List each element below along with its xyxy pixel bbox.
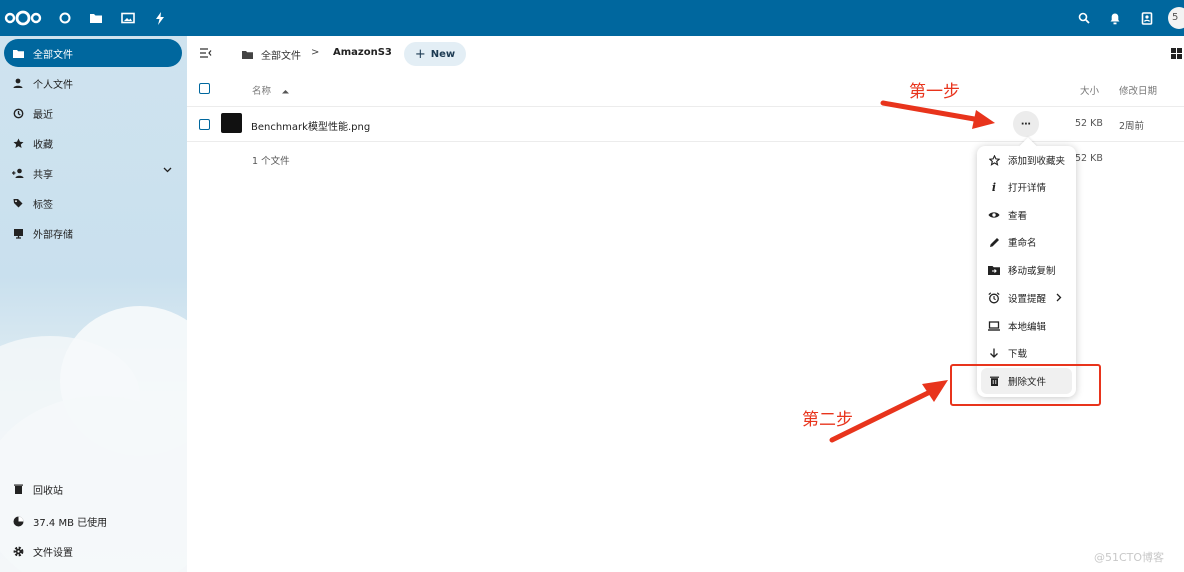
sidebar-item-label: 全部文件 bbox=[33, 49, 73, 61]
folder-move-icon bbox=[987, 264, 1001, 276]
menu-item-label: 下载 bbox=[1008, 349, 1028, 360]
chevron-right-icon bbox=[1056, 293, 1062, 302]
sidebar-item-all-files[interactable]: 全部文件 bbox=[4, 39, 182, 67]
laptop-icon bbox=[987, 320, 1001, 332]
select-all-checkbox[interactable] bbox=[199, 83, 210, 94]
grid-view-icon[interactable] bbox=[1171, 48, 1182, 59]
search-icon[interactable] bbox=[1075, 9, 1093, 27]
menu-item-add-favorite[interactable]: 添加到收藏夹 bbox=[981, 147, 1072, 173]
eye-icon bbox=[987, 209, 1001, 221]
star-icon bbox=[12, 137, 24, 149]
sidebar: 全部文件 个人文件 最近 收藏 共享 标签 外部存储 回收站 37.4 MB 已… bbox=[0, 36, 187, 572]
menu-item-edit-locally[interactable]: 本地编辑 bbox=[981, 313, 1072, 339]
menu-item-rename[interactable]: 重命名 bbox=[981, 229, 1072, 255]
size-summary: 52 KB bbox=[1075, 153, 1103, 164]
sidebar-item-trash[interactable]: 回收站 bbox=[4, 475, 182, 503]
file-modified: 2周前 bbox=[1119, 121, 1145, 132]
info-icon: i bbox=[991, 180, 997, 194]
sidebar-item-recent[interactable]: 最近 bbox=[4, 99, 182, 127]
history-icon bbox=[12, 107, 24, 119]
sidebar-item-label: 标签 bbox=[33, 199, 53, 211]
header-divider bbox=[187, 106, 1184, 107]
menu-item-label: 设置提醒 bbox=[1008, 294, 1047, 305]
breadcrumb-root-label: 全部文件 bbox=[261, 51, 301, 62]
user-avatar[interactable]: 5 bbox=[1168, 7, 1184, 29]
sidebar-item-label: 最近 bbox=[33, 109, 53, 121]
sidebar-item-tags[interactable]: 标签 bbox=[4, 189, 182, 217]
sidebar-item-label: 回收站 bbox=[33, 485, 63, 497]
row-divider bbox=[187, 141, 1184, 142]
sidebar-item-personal-files[interactable]: 个人文件 bbox=[4, 69, 182, 97]
sidebar-item-shared[interactable]: 共享 bbox=[4, 159, 182, 187]
share-icon bbox=[12, 167, 24, 179]
column-name-header[interactable]: 名称 bbox=[252, 83, 290, 97]
gear-icon bbox=[12, 545, 24, 557]
quota-label: 37.4 MB 已使用 bbox=[33, 517, 108, 529]
menu-item-label: 本地编辑 bbox=[1008, 322, 1047, 333]
sidebar-item-label: 外部存储 bbox=[33, 229, 73, 241]
file-thumbnail bbox=[221, 113, 242, 133]
new-button[interactable]: + New bbox=[404, 42, 466, 66]
sidebar-item-label: 个人文件 bbox=[33, 79, 73, 91]
alarm-icon bbox=[987, 292, 1001, 304]
menu-item-move-copy[interactable]: 移动或复制 bbox=[981, 257, 1072, 283]
file-actions-button[interactable]: ⋯ bbox=[1013, 111, 1039, 137]
tag-icon bbox=[12, 197, 24, 209]
new-button-label: New bbox=[430, 48, 456, 60]
column-name-label: 名称 bbox=[252, 86, 272, 97]
sidebar-item-label: 文件设置 bbox=[33, 547, 73, 559]
column-modified-header[interactable]: 修改日期 bbox=[1119, 83, 1157, 97]
breadcrumb-bar: 全部文件 > AmazonS3 + New bbox=[187, 36, 1184, 72]
notifications-icon[interactable] bbox=[1106, 9, 1124, 27]
activity-app-icon[interactable] bbox=[56, 9, 74, 27]
sidebar-item-label: 共享 bbox=[33, 169, 53, 181]
plus-icon: + bbox=[414, 46, 426, 62]
download-icon bbox=[987, 347, 1001, 359]
annotation-highlight-box bbox=[950, 364, 1101, 406]
sidebar-item-quota: 37.4 MB 已使用 bbox=[4, 507, 182, 535]
file-size: 52 KB bbox=[1075, 118, 1103, 129]
contacts-icon[interactable] bbox=[1138, 9, 1156, 27]
file-actions-menu: 添加到收藏夹 i 打开详情 查看 重命名 移动或复制 设置提醒 本地编辑 下载 … bbox=[977, 137, 1076, 397]
external-storage-icon bbox=[12, 227, 24, 239]
toggle-navigation-icon[interactable] bbox=[200, 48, 212, 58]
menu-item-download[interactable]: 下载 bbox=[981, 340, 1072, 366]
user-icon bbox=[12, 77, 24, 89]
pencil-icon bbox=[987, 236, 1001, 248]
breadcrumb-root[interactable]: 全部文件 bbox=[242, 47, 301, 62]
breadcrumb-separator: > bbox=[311, 47, 320, 58]
sidebar-item-favorites[interactable]: 收藏 bbox=[4, 129, 182, 157]
nextcloud-logo[interactable] bbox=[4, 10, 42, 26]
flash-app-icon[interactable] bbox=[151, 9, 169, 27]
menu-item-label: 打开详情 bbox=[1008, 183, 1047, 194]
file-name[interactable]: Benchmark模型性能.png bbox=[251, 118, 370, 133]
menu-item-label: 重命名 bbox=[1008, 238, 1037, 249]
annotation-arrow-1 bbox=[880, 96, 998, 130]
menu-item-label: 添加到收藏夹 bbox=[1008, 156, 1066, 167]
folder-icon bbox=[12, 47, 24, 59]
breadcrumb-current[interactable]: AmazonS3 bbox=[333, 47, 392, 58]
top-header: 5 bbox=[0, 0, 1184, 36]
row-checkbox[interactable] bbox=[199, 119, 210, 130]
menu-item-set-reminder[interactable]: 设置提醒 bbox=[981, 285, 1072, 311]
sidebar-item-settings[interactable]: 文件设置 bbox=[4, 537, 182, 565]
sort-ascending-icon bbox=[282, 89, 290, 94]
star-outline-icon bbox=[987, 154, 1001, 166]
file-count-summary: 1 个文件 bbox=[252, 156, 290, 167]
menu-item-label: 移动或复制 bbox=[1008, 266, 1056, 277]
annotation-arrow-2 bbox=[828, 376, 950, 446]
photos-app-icon[interactable] bbox=[119, 9, 137, 27]
folder-icon bbox=[242, 50, 253, 59]
sidebar-item-label: 收藏 bbox=[33, 139, 53, 151]
trash-icon bbox=[12, 483, 24, 495]
watermark: @51CTO博客 bbox=[1094, 551, 1165, 564]
sidebar-item-external-storage[interactable]: 外部存储 bbox=[4, 219, 182, 247]
menu-item-open-details[interactable]: i 打开详情 bbox=[981, 174, 1072, 200]
files-app-icon[interactable] bbox=[87, 9, 105, 27]
menu-item-view[interactable]: 查看 bbox=[981, 202, 1072, 228]
column-size-header[interactable]: 大小 bbox=[1080, 83, 1099, 97]
menu-item-label: 查看 bbox=[1008, 211, 1028, 222]
chevron-down-icon[interactable] bbox=[163, 167, 172, 173]
pie-chart-icon bbox=[12, 515, 24, 527]
